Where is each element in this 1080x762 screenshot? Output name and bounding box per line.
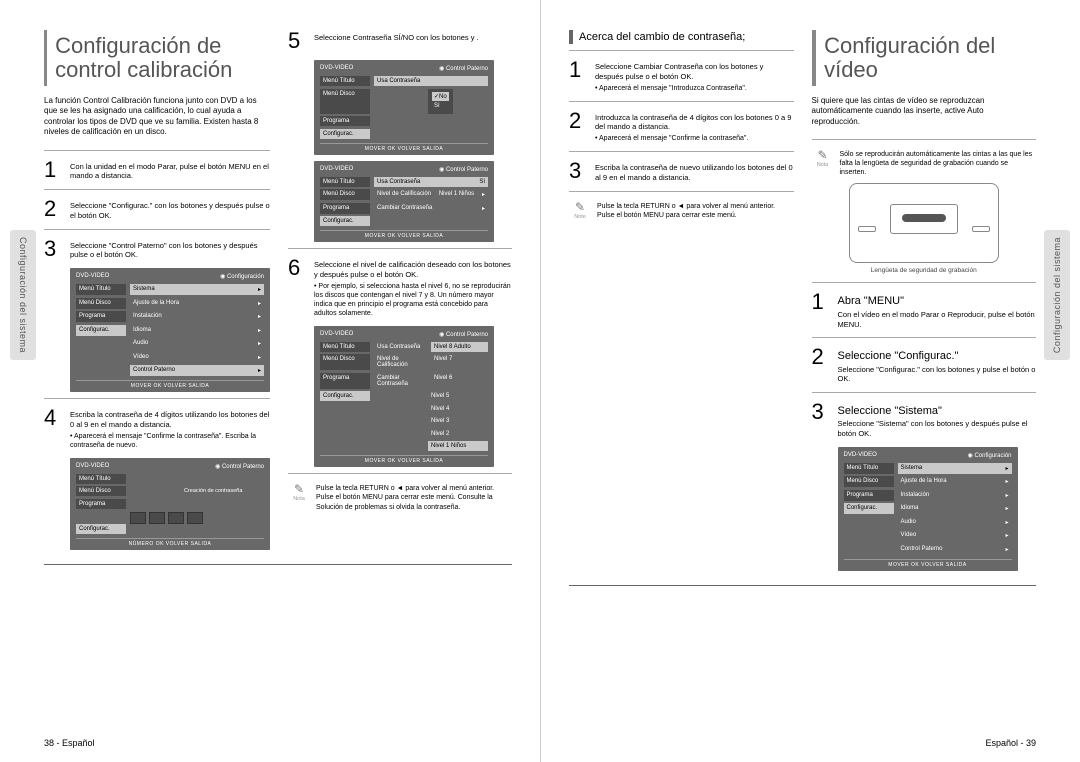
pencil-icon: ✎ — [812, 148, 834, 162]
intro-text: La función Control Calibración funciona … — [44, 96, 259, 138]
step-4: 4 Escriba la contraseña de 4 dígitos uti… — [44, 407, 270, 450]
video-step-2: 2 Seleccione "Configurac."Seleccione "Co… — [812, 346, 1037, 384]
step-5: 5 Seleccione Contraseña SÍ/NO con los bo… — [288, 30, 512, 52]
pencil-icon: ✎ — [288, 482, 310, 496]
video-step-1: 1 Abra "MENU"Con el vídeo en el modo Par… — [812, 291, 1037, 329]
video-step-3: 3 Seleccione "Sistema"Seleccione "Sistem… — [812, 401, 1037, 439]
osd-screenshot-config: DVD-VIDEO◉ Configuración Menú TítuloSist… — [70, 268, 270, 392]
page-spread: Configuración del sistema Configuración … — [0, 0, 1080, 762]
page-title: Configuración de control calibración — [55, 34, 270, 82]
vhs-illustration — [849, 183, 999, 263]
col-right-a: Acerca del cambio de contraseña; 1 Selec… — [569, 30, 794, 577]
page-number-left: 38 - Español — [44, 738, 95, 748]
col-left-a: Configuración de control calibración La … — [44, 30, 270, 556]
step-2: 2 Seleccione "Configurac." con los boton… — [44, 198, 270, 221]
page-title-right: Configuración del vídeo — [824, 34, 1036, 82]
page-number-right: Español - 39 — [985, 738, 1036, 748]
col-right-b: Configuración del vídeo Si quiere que la… — [812, 30, 1037, 577]
step-6: 6 Seleccione el nivel de calificación de… — [288, 257, 512, 318]
title-accent-bar — [44, 30, 47, 86]
osd-screenshot-config-right: DVD-VIDEO◉ Configuración Menú TítuloSist… — [838, 447, 1018, 571]
osd-screenshot-password: DVD-VIDEO◉ Control Paterno Menú Título M… — [70, 458, 270, 550]
osd-screenshot-yesno: DVD-VIDEO◉ Control Paterno Menú TítuloUs… — [314, 60, 494, 155]
pw-step-1: 1 Seleccione Cambiar Contraseña con los … — [569, 59, 794, 93]
note-block-b: ✎Nota Sólo se reproducirán automáticamen… — [812, 148, 1037, 177]
intro-right: Si quiere que las cintas de vídeo se rep… — [812, 96, 1027, 127]
vhs-caption: Lengüeta de seguridad de grabación — [812, 267, 1037, 274]
side-tab-left: Configuración del sistema — [10, 230, 36, 360]
step-3: 3 Seleccione "Control Paterno" con los b… — [44, 238, 270, 261]
pw-step-2: 2 Introduzca la contraseña de 4 dígitos … — [569, 110, 794, 144]
osd-screenshot-parental: DVD-VIDEO◉ Control Paterno Menú TítuloUs… — [314, 161, 494, 243]
step-1: 1 Con la unidad en el modo Parar, pulse … — [44, 159, 270, 182]
osd-screenshot-levels: DVD-VIDEO◉ Control Paterno Menú TítuloUs… — [314, 326, 494, 468]
section-heading: Acerca del cambio de contraseña; — [569, 30, 794, 44]
page-39: Configuración del sistema Acerca del cam… — [540, 0, 1080, 762]
pencil-icon: ✎ — [569, 200, 591, 214]
title-block-right: Configuración del vídeo — [812, 30, 1037, 86]
pw-step-3: 3 Escriba la contraseña de nuevo utiliza… — [569, 160, 794, 183]
note-block: ✎Nota Pulse la tecla RETURN o ◄ para vol… — [288, 482, 512, 511]
note-block-a: ✎Note Pulse la tecla RETURN o ◄ para vol… — [569, 200, 794, 220]
side-tab-right: Configuración del sistema — [1044, 230, 1070, 360]
title-block: Configuración de control calibración — [44, 30, 270, 86]
page-38: Configuración del sistema Configuración … — [0, 0, 540, 762]
col-left-b: 5 Seleccione Contraseña SÍ/NO con los bo… — [288, 30, 512, 556]
